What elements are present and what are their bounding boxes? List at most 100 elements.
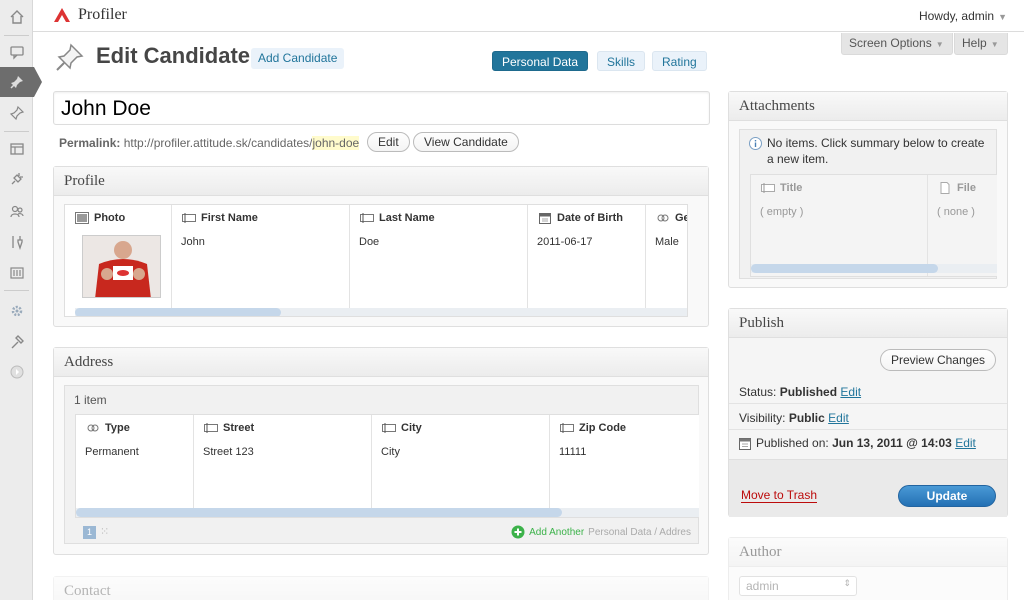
last-name-value[interactable]: Doe <box>359 236 379 248</box>
profile-grid: Photo First Name John Last Name Doe Date… <box>64 204 688 317</box>
link-icon <box>657 214 669 222</box>
attachments-box: Attachments No items. Click summary belo… <box>728 91 1008 288</box>
tab-personal-data[interactable]: Personal Data <box>492 51 589 71</box>
first-name-value[interactable]: John <box>181 236 205 248</box>
col-photo: Photo <box>65 205 172 316</box>
user-greeting[interactable]: Howdy, admin ▼ <box>919 9 1007 23</box>
col-last-name: Last Name Doe <box>350 205 528 316</box>
text-field-icon <box>360 213 374 223</box>
zip-code-value[interactable]: 11111 <box>559 446 586 458</box>
header-bar: Profiler Howdy, admin ▼ <box>33 0 1024 32</box>
title-value[interactable]: ( empty ) <box>760 206 803 218</box>
col-type: Type Permanent <box>76 415 194 517</box>
drag-handle-icon[interactable]: ⁙ <box>100 525 109 538</box>
select-arrows-icon: ⇕ <box>843 578 851 588</box>
author-box: Author admin ⇕ <box>728 537 1008 600</box>
type-value[interactable]: Permanent <box>85 446 139 458</box>
col-gender: Ge Male <box>655 212 687 248</box>
col-title: Title ( empty ) <box>751 175 928 276</box>
move-to-trash-link[interactable]: Move to Trash <box>741 488 818 503</box>
plugins-icon[interactable] <box>0 164 33 194</box>
address-grid: Type Permanent Street Street 123 City Ci… <box>75 414 699 518</box>
file-icon <box>940 182 950 194</box>
col-file: File ( none ) <box>937 182 976 218</box>
users-icon[interactable] <box>0 196 33 226</box>
settings-icon[interactable] <box>0 258 33 288</box>
chevron-down-icon: ▼ <box>998 12 1007 22</box>
publish-box: Publish Preview Changes Status: Publishe… <box>728 308 1008 517</box>
screen-options-button[interactable]: Screen Options ▼ <box>841 33 953 55</box>
published-edit-link[interactable]: Edit <box>955 436 976 450</box>
title-input[interactable]: John Doe <box>53 91 710 125</box>
col-street: Street Street 123 <box>194 415 372 517</box>
add-candidate-button[interactable]: Add Candidate <box>251 48 345 69</box>
gender-value[interactable]: Male <box>655 236 679 248</box>
permalink-edit-button[interactable]: Edit <box>367 132 410 152</box>
major-publishing-actions: Move to Trash Update <box>729 459 1007 517</box>
link-icon <box>87 424 99 432</box>
text-field-icon <box>182 213 196 223</box>
profiler-logo-icon <box>54 8 70 22</box>
collapse-menu-icon[interactable] <box>0 357 33 387</box>
gear-icon[interactable] <box>0 296 33 326</box>
pin-icon[interactable] <box>0 98 33 128</box>
no-items-notice: No items. Click summary below to create … <box>767 136 985 166</box>
calendar-icon <box>539 213 551 224</box>
tab-skills[interactable]: Skills <box>597 51 646 71</box>
scrollbar-thumb[interactable] <box>751 264 938 273</box>
text-field-icon <box>382 423 396 433</box>
pushpin-icon <box>56 43 84 71</box>
file-value[interactable]: ( none ) <box>937 206 975 218</box>
street-value[interactable]: Street 123 <box>203 446 254 458</box>
info-icon <box>749 137 762 150</box>
add-another-link[interactable]: Add Another Personal Data / Addres <box>511 525 691 539</box>
scrollbar-thumb[interactable] <box>76 508 562 517</box>
dashboard-icon[interactable] <box>0 2 33 32</box>
date-of-birth-value[interactable]: 2011-06-17 <box>537 236 592 248</box>
status-row: Status: Published Edit <box>739 385 862 399</box>
visibility-row: Visibility: Public Edit <box>739 411 849 425</box>
update-button[interactable]: Update <box>898 485 996 507</box>
col-first-name: First Name John <box>172 205 350 316</box>
candidates-pin-icon[interactable] <box>0 67 42 97</box>
address-heading[interactable]: Address <box>54 348 708 377</box>
text-field-icon <box>560 423 574 433</box>
attachments-list: No items. Click summary below to create … <box>739 129 997 279</box>
permalink-slug: john-doe <box>312 136 360 150</box>
site-title[interactable]: Profiler <box>78 6 127 24</box>
author-heading[interactable]: Author <box>729 538 1007 567</box>
publish-heading[interactable]: Publish <box>729 309 1007 338</box>
hammer-icon[interactable] <box>0 327 33 357</box>
city-value[interactable]: City <box>381 446 400 458</box>
calendar-icon <box>739 437 751 450</box>
status-edit-link[interactable]: Edit <box>840 385 861 399</box>
item-count: 1 item <box>74 393 107 407</box>
page-number[interactable]: 1 <box>83 526 96 539</box>
author-select[interactable]: admin ⇕ <box>739 576 857 596</box>
text-field-icon <box>761 183 775 193</box>
admin-menu <box>0 0 42 600</box>
contact-heading[interactable]: Contact <box>54 577 708 600</box>
col-zip-code: Zip Code 11111 <box>559 422 627 458</box>
visibility-edit-link[interactable]: Edit <box>828 411 849 425</box>
published-row: Published on: Jun 13, 2011 @ 14:03 Edit <box>739 436 976 450</box>
tools-icon[interactable] <box>0 227 33 257</box>
image-icon <box>75 212 89 224</box>
address-list: 1 item Type Permanent Street Street 123 … <box>64 385 699 544</box>
permalink: Permalink: http://profiler.attitude.sk/c… <box>59 136 360 150</box>
attachments-heading[interactable]: Attachments <box>729 92 1007 121</box>
scrollbar-thumb[interactable] <box>75 308 281 316</box>
profile-heading[interactable]: Profile <box>54 167 708 196</box>
view-candidate-button[interactable]: View Candidate <box>413 132 519 152</box>
add-icon <box>511 525 525 539</box>
appearance-icon[interactable] <box>0 134 33 164</box>
chevron-down-icon: ▼ <box>990 40 999 49</box>
comments-icon[interactable] <box>0 37 33 67</box>
candidate-photo[interactable] <box>82 235 161 298</box>
preview-changes-button[interactable]: Preview Changes <box>879 349 996 371</box>
col-date-of-birth: Date of Birth 2011-06-17 <box>528 205 646 316</box>
tab-rating[interactable]: Rating <box>652 51 707 71</box>
col-city: City City <box>372 415 550 517</box>
help-button[interactable]: Help ▼ <box>954 33 1008 55</box>
contact-box: Contact <box>53 576 709 600</box>
